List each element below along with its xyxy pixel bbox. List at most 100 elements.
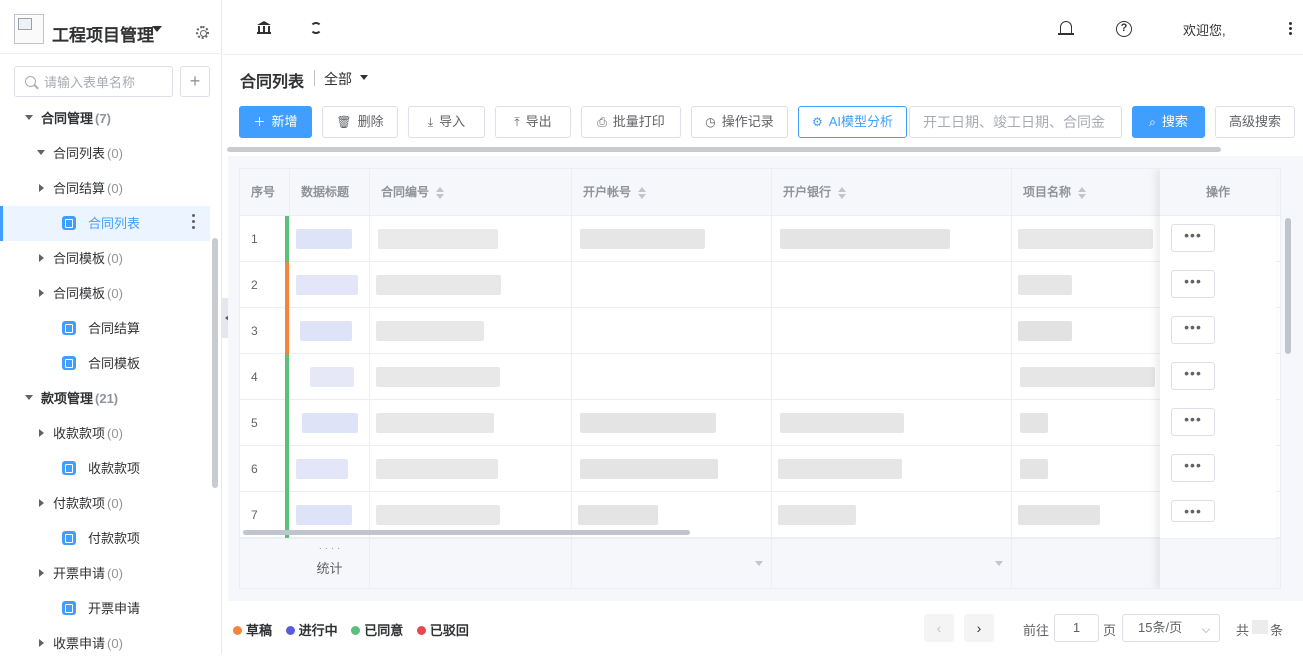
tree-item-contract-settlement[interactable]: 合同结算 (0, 311, 210, 346)
bank-icon[interactable] (257, 21, 271, 34)
export-button[interactable]: ⤒ 导出 (495, 106, 571, 138)
help-icon[interactable]: ? (1116, 21, 1132, 37)
row-more-button[interactable]: ••• (1171, 270, 1215, 298)
date-amount-search-input[interactable]: 开工日期、竣工日期、合同金 (909, 106, 1122, 138)
row-index: 4 (240, 354, 290, 400)
row-more-button[interactable]: ••• (1171, 408, 1215, 436)
table-row[interactable]: 2 (240, 262, 1280, 308)
status-indicator (285, 216, 289, 262)
caret-down-icon[interactable] (995, 561, 1003, 566)
delete-button-label: 删除 (357, 114, 384, 129)
col-header-account[interactable]: 开户帐号 (572, 169, 772, 216)
batch-print-button[interactable]: ⎙ 批量打印 (581, 106, 681, 138)
gear-icon[interactable] (196, 26, 209, 39)
summary-cell (370, 539, 572, 588)
more-vertical-icon[interactable] (192, 214, 196, 232)
cell-account (572, 216, 772, 262)
row-more-button[interactable]: ••• (1171, 224, 1215, 252)
toolbar-scrollbar[interactable] (227, 147, 1221, 152)
operation-log-button[interactable]: ◷ 操作记录 (691, 106, 788, 138)
redacted-text (296, 505, 352, 525)
row-more-button[interactable]: ••• (1171, 362, 1215, 390)
add-form-button[interactable]: + (180, 66, 210, 97)
tree-count: (0) (107, 286, 123, 301)
sort-icon[interactable] (435, 186, 445, 199)
table-row[interactable]: 5 (240, 400, 1280, 446)
more-vertical-icon[interactable] (1289, 22, 1292, 36)
app-title[interactable]: 工程项目管理 (52, 21, 154, 46)
sort-icon[interactable] (1077, 186, 1087, 199)
page-number-input[interactable]: 1 (1054, 614, 1099, 642)
tree-folder-contract-template-2[interactable]: 合同模板 (0) (0, 276, 210, 311)
tree-folder-contract-list[interactable]: 合同列表 (0) (0, 136, 210, 171)
status-indicator (285, 354, 289, 400)
col-header-bank[interactable]: 开户银行 (772, 169, 1012, 216)
tree-item-invoice-request[interactable]: 开票申请 (0, 591, 210, 626)
page-size-select[interactable]: 15条/页 (1122, 614, 1220, 642)
legend-item-draft: 草稿 (233, 623, 272, 638)
ai-analysis-button[interactable]: ⚙ AI模型分析 (798, 106, 907, 138)
table-vertical-scrollbar[interactable] (1285, 218, 1291, 354)
delete-button[interactable]: 🗑 删除 (322, 106, 398, 138)
table-row[interactable]: 4 (240, 354, 1280, 400)
tree-label: 合同模板 (88, 356, 141, 371)
search-button[interactable]: ⌕ 搜索 (1132, 106, 1205, 138)
welcome-text[interactable]: 欢迎您, (1183, 20, 1226, 39)
tree-folder-contract-template[interactable]: 合同模板 (0) (0, 241, 210, 276)
advanced-search-button[interactable]: 高级搜索 (1215, 106, 1295, 138)
total-suffix: 条 (1270, 623, 1284, 638)
sort-icon[interactable] (837, 186, 847, 199)
prev-page-button[interactable]: ‹ (924, 614, 954, 642)
tree-item-payable[interactable]: 付款款项 (0, 521, 210, 556)
tree-folder-receivable[interactable]: 收款款项 (0) (0, 416, 210, 451)
form-search-box[interactable] (14, 66, 173, 97)
next-page-button[interactable]: › (964, 614, 994, 642)
sidebar-scrollbar[interactable] (212, 238, 218, 488)
tree-item-receivable[interactable]: 收款款项 (0, 451, 210, 486)
summary-cell[interactable] (772, 539, 1012, 588)
table-row[interactable]: 3 (240, 308, 1280, 354)
table-row[interactable]: 6 (240, 446, 1280, 492)
tree-label: 开票申请 (53, 566, 106, 581)
cell-title (290, 262, 370, 308)
robot-icon: ⚙ (811, 115, 823, 129)
redacted-text (578, 505, 658, 525)
tree-label: 合同列表 (88, 216, 141, 231)
status-indicator (285, 262, 289, 308)
tree-label: 付款款项 (53, 496, 106, 511)
sort-icon[interactable] (637, 186, 647, 199)
tree-folder-contract-settlement[interactable]: 合同结算 (0) (0, 171, 210, 206)
cell-contract-no (370, 354, 572, 400)
import-button[interactable]: ⤓ 导入 (408, 106, 485, 138)
ai-analysis-label: AI模型分析 (828, 114, 894, 129)
upload-icon: ⤒ (514, 115, 520, 129)
row-more-button[interactable]: ••• (1171, 454, 1215, 482)
add-button[interactable]: ＋ 新增 (239, 106, 312, 138)
row-more-button[interactable]: ••• (1171, 500, 1215, 522)
tree-folder-invoice-request[interactable]: 开票申请 (0) (0, 556, 210, 591)
cell-account (572, 308, 772, 354)
redacted-text (376, 321, 484, 341)
row-more-button[interactable]: ••• (1171, 316, 1215, 344)
tree-folder-payable[interactable]: 付款款项 (0) (0, 486, 210, 521)
view-filter-dropdown[interactable]: 全部 (324, 69, 352, 89)
cell-title (290, 308, 370, 354)
table-horizontal-scrollbar[interactable] (243, 530, 690, 535)
tree-label: 合同结算 (88, 321, 141, 336)
summary-cell[interactable] (572, 539, 772, 588)
bell-icon[interactable] (1058, 21, 1074, 35)
tree-item-contract-template[interactable]: 合同模板 (0, 346, 210, 381)
caret-down-icon[interactable] (755, 561, 763, 566)
title-divider (314, 70, 315, 86)
tree-item-contract-list-active[interactable]: 合同列表 (0, 206, 210, 241)
table-row[interactable]: 1 (240, 216, 1280, 262)
caret-down-icon[interactable] (360, 75, 368, 80)
col-header-contract-no[interactable]: 合同编号 (370, 169, 572, 216)
tree-folder-receipt-request[interactable]: 收票申请 (0) (0, 626, 210, 661)
refresh-icon[interactable] (310, 22, 322, 34)
tree-group-payment[interactable]: 款项管理 (21) (0, 381, 210, 416)
app-switch-caret-icon[interactable] (152, 26, 162, 32)
tree-group-contract[interactable]: 合同管理 (7) (0, 101, 210, 136)
form-search-input[interactable] (44, 73, 168, 91)
export-button-label: 导出 (525, 114, 552, 129)
